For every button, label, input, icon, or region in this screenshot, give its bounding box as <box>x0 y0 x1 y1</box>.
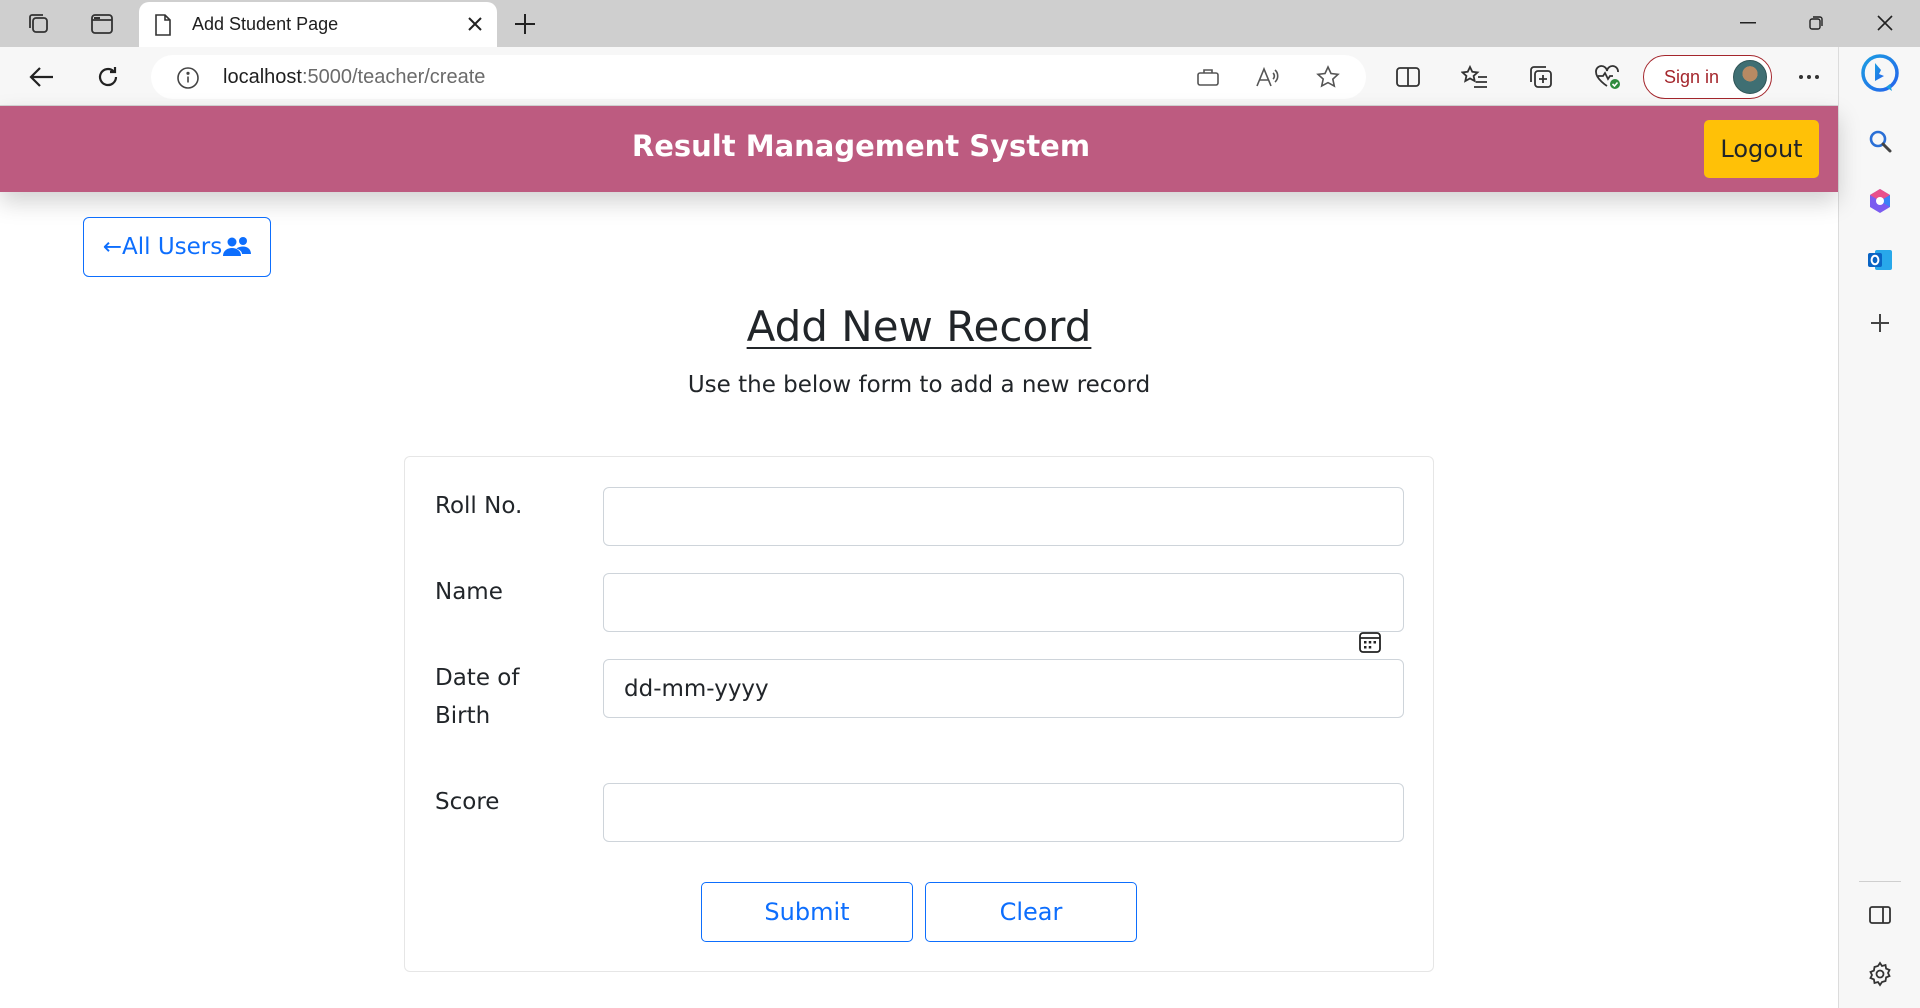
name-label: Name <box>435 579 503 605</box>
more-options-icon[interactable] <box>1791 62 1827 92</box>
clear-button[interactable]: Clear <box>925 882 1137 942</box>
shopping-bag-icon[interactable] <box>1195 65 1221 89</box>
page-icon <box>153 13 173 41</box>
favorite-star-icon[interactable] <box>1315 65 1341 89</box>
score-label: Score <box>435 789 500 815</box>
browser-tab-bar: Add Student Page <box>0 0 1920 47</box>
back-arrow-icon[interactable] <box>24 60 60 94</box>
roll-no-label: Roll No. <box>435 493 523 519</box>
sidebar-divider <box>1859 881 1901 882</box>
tab-title: Add Student Page <box>192 14 339 34</box>
browser-sidebar <box>1838 47 1920 1008</box>
sign-in-button[interactable]: Sign in <box>1643 55 1772 99</box>
name-input[interactable] <box>603 573 1404 632</box>
settings-gear-icon[interactable] <box>1860 954 1900 994</box>
active-tab[interactable]: Add Student Page <box>139 2 497 47</box>
browser-essentials-icon[interactable] <box>1591 62 1623 92</box>
score-input[interactable] <box>603 783 1404 842</box>
favorites-list-icon[interactable] <box>1459 62 1491 92</box>
submit-button[interactable]: Submit <box>701 882 913 942</box>
all-users-back-link[interactable]: ←All Users <box>83 217 271 277</box>
page-title: Add New Record <box>746 302 1092 351</box>
url-text: localhost:5000/teacher/create <box>223 66 486 88</box>
hide-sidebar-icon[interactable] <box>1860 895 1900 935</box>
page-subtitle: Use the below form to add a new record <box>687 372 1151 398</box>
all-users-label: ←All Users <box>102 234 223 260</box>
copilot-icon[interactable] <box>1860 181 1900 221</box>
site-info-icon[interactable] <box>176 66 200 94</box>
tab-actions-icon[interactable] <box>83 8 121 40</box>
bing-copilot-icon[interactable] <box>1860 53 1900 93</box>
calendar-icon[interactable] <box>1356 628 1384 656</box>
search-icon[interactable] <box>1860 121 1900 161</box>
split-screen-icon[interactable] <box>1392 62 1424 92</box>
restore-icon[interactable] <box>1791 8 1841 38</box>
date-of-birth-input[interactable] <box>603 659 1404 718</box>
date-of-birth-label: Date of Birth <box>435 665 520 729</box>
address-bar[interactable]: localhost:5000/teacher/create <box>151 55 1366 99</box>
outlook-icon[interactable] <box>1860 240 1900 280</box>
users-icon <box>223 237 252 256</box>
collections-icon[interactable] <box>1525 62 1557 92</box>
page-content: Result Management System Logout ←All Use… <box>0 106 1838 1008</box>
browser-toolbar: localhost:5000/teacher/create Sign in <box>0 47 1920 106</box>
record-form: Roll No. Name Date of Birth Score Submit… <box>404 456 1434 972</box>
new-tab-icon[interactable] <box>510 9 540 39</box>
roll-no-input[interactable] <box>603 487 1404 546</box>
logout-button[interactable]: Logout <box>1704 120 1819 178</box>
refresh-icon[interactable] <box>90 60 126 94</box>
close-window-icon[interactable] <box>1860 8 1910 38</box>
minimize-icon[interactable] <box>1723 8 1773 38</box>
sign-in-label: Sign in <box>1664 67 1720 87</box>
app-header: Result Management System Logout <box>0 106 1838 192</box>
close-tab-icon[interactable] <box>463 12 487 36</box>
workspaces-icon[interactable] <box>20 8 58 40</box>
avatar <box>1733 60 1767 94</box>
add-icon[interactable] <box>1860 303 1900 343</box>
app-title: Result Management System <box>631 129 1091 163</box>
read-aloud-icon[interactable] <box>1255 65 1281 89</box>
